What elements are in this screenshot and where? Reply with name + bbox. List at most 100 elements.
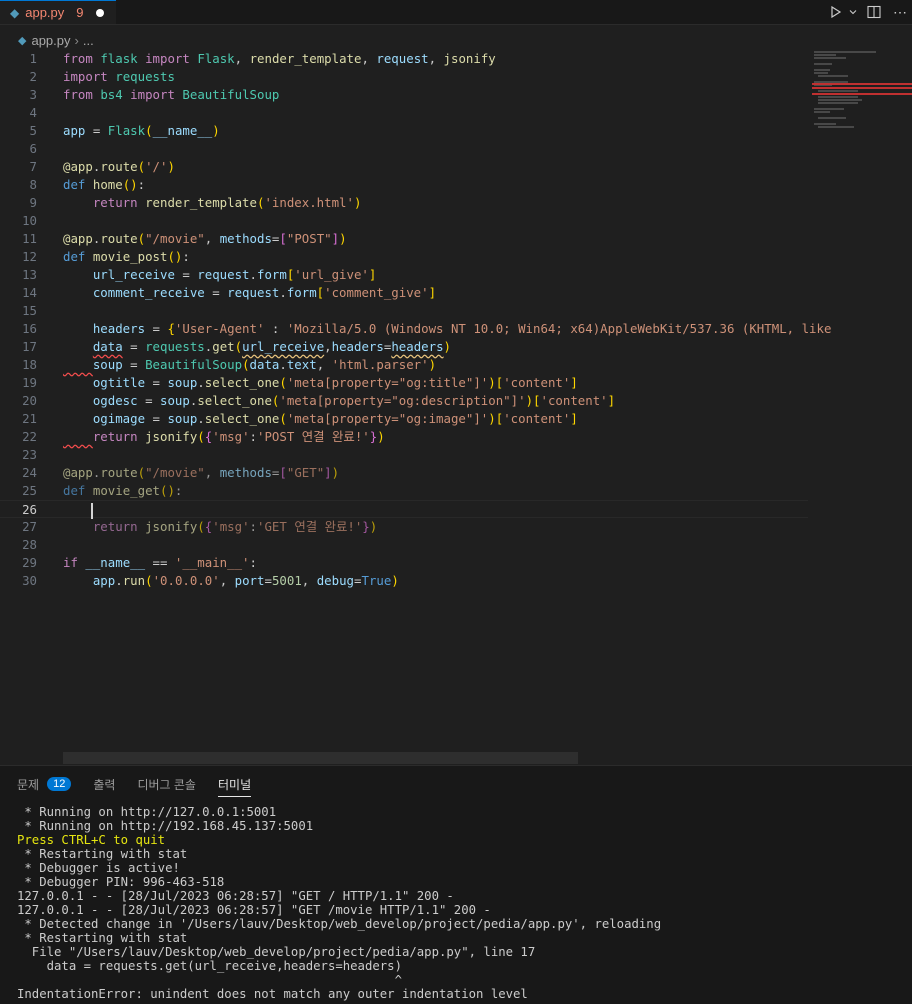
code-line[interactable]: 14 comment_receive = request.form['comme… <box>0 284 808 302</box>
line-number: 19 <box>22 375 37 390</box>
code-line[interactable]: 20 ogdesc = soup.select_one('meta[proper… <box>0 392 808 410</box>
terminal-line: * Debugger is active! <box>17 861 180 875</box>
line-number: 14 <box>22 285 37 300</box>
tab-filename: app.py <box>25 5 65 20</box>
chevron-down-icon[interactable] <box>846 8 860 16</box>
line-number: 6 <box>29 141 37 156</box>
terminal-line: 127.0.0.1 - - [28/Jul/2023 06:28:57] "GE… <box>17 889 454 903</box>
code-line[interactable]: 19 ogtitle = soup.select_one('meta[prope… <box>0 374 808 392</box>
code-line[interactable]: 1 from flask import Flask, render_templat… <box>0 50 808 68</box>
line-number: 4 <box>29 105 37 120</box>
line-number: 25 <box>22 483 37 498</box>
horizontal-scrollbar[interactable] <box>63 752 578 764</box>
terminal-line: * Restarting with stat <box>17 931 188 945</box>
line-number: 21 <box>22 411 37 426</box>
code-line-current[interactable]: 26 <box>0 500 808 519</box>
line-number: 26 <box>22 502 37 517</box>
terminal-line: * Running on http://192.168.45.137:5001 <box>17 819 314 833</box>
terminal-line: * Debugger PIN: 996-463-518 <box>17 875 225 889</box>
code-line[interactable]: 8 def home(): <box>0 176 808 194</box>
split-editor-icon[interactable] <box>860 5 888 19</box>
terminal-line: File "/Users/lauv/Desktop/web_develop/pr… <box>17 945 536 959</box>
line-number: 9 <box>29 195 37 210</box>
code-line[interactable]: 5 app = Flask(__name__) <box>0 122 808 140</box>
terminal-line: IndentationError: unindent does not matc… <box>17 987 528 1001</box>
more-actions-icon[interactable]: ⋯ <box>888 4 912 21</box>
tab-problems-label: 문제 <box>17 777 40 792</box>
code-line[interactable]: 6 <box>0 140 808 158</box>
line-number: 20 <box>22 393 37 408</box>
code-line[interactable]: 17 data = requests.get(url_receive,heade… <box>0 338 808 356</box>
code-line[interactable]: 28 <box>0 536 808 554</box>
line-number: 28 <box>22 537 37 552</box>
line-number: 3 <box>29 87 37 102</box>
breadcrumb: ◆ app.py › ... <box>0 30 94 50</box>
code-line[interactable]: 4 <box>0 104 808 122</box>
panel-tabs: 문제 12 출력 디버그 콘솔 터미널 <box>0 766 273 802</box>
line-number: 29 <box>22 555 37 570</box>
terminal-line: data = requests.get(url_receive,headers=… <box>17 959 402 973</box>
line-number: 11 <box>22 231 37 246</box>
line-number: 24 <box>22 465 37 480</box>
code-line[interactable]: 15 <box>0 302 808 320</box>
code-line[interactable]: 27 return jsonify({'msg':'GET 연결 완료!'}) <box>0 518 808 536</box>
code-line[interactable]: 16 headers = {'User-Agent' : 'Mozilla/5.… <box>0 320 831 338</box>
line-number: 17 <box>22 339 37 354</box>
code-line[interactable]: 23 <box>0 446 808 464</box>
code-line[interactable]: 22 return jsonify({'msg':'POST 연결 완료!'}) <box>0 428 808 446</box>
code-editor[interactable]: 1 from flask import Flask, render_templat… <box>0 50 831 750</box>
terminal-output[interactable]: * Running on http://127.0.0.1:5001 * Run… <box>17 805 661 1001</box>
tab-problems[interactable]: 문제 12 <box>17 766 72 802</box>
code-line[interactable]: 21 ogimage = soup.select_one('meta[prope… <box>0 410 808 428</box>
line-number: 27 <box>22 519 37 534</box>
code-line[interactable]: 29 if __name__ == '__main__': <box>0 554 808 572</box>
python-file-icon: ◆ <box>10 5 20 20</box>
line-number: 7 <box>29 159 37 174</box>
tab-error-count: 9 <box>76 5 84 20</box>
terminal-line: ^ <box>17 973 402 987</box>
terminal-line: Press CTRL+C to quit <box>17 833 166 847</box>
line-number: 30 <box>22 573 37 588</box>
python-file-icon: ◆ <box>18 34 27 47</box>
line-number: 18 <box>22 357 37 372</box>
line-number: 12 <box>22 249 37 264</box>
tab-terminal[interactable]: 터미널 <box>217 766 252 802</box>
line-number: 15 <box>22 303 37 318</box>
line-number: 8 <box>29 177 37 192</box>
breadcrumb-file[interactable]: app.py <box>31 33 70 48</box>
text-cursor <box>91 502 93 519</box>
terminal-line: * Running on http://127.0.0.1:5001 <box>17 805 277 819</box>
code-line[interactable]: 13 url_receive = request.form['url_give'… <box>0 266 808 284</box>
bottom-panel: 문제 12 출력 디버그 콘솔 터미널 * Running on http://… <box>0 765 912 1004</box>
code-line[interactable]: 3 from bs4 import BeautifulSoup <box>0 86 808 104</box>
line-number: 10 <box>22 213 37 228</box>
line-number: 16 <box>22 321 37 336</box>
line-number: 13 <box>22 267 37 282</box>
code-line[interactable]: 9 return render_template('index.html') <box>0 194 808 212</box>
tab-output[interactable]: 출력 <box>93 766 115 802</box>
code-line[interactable]: 24 @app.route("/movie", methods=["GET"]) <box>0 464 808 482</box>
code-line[interactable]: 25 def movie_get(): <box>0 482 808 500</box>
code-line[interactable]: 2 import requests <box>0 68 808 86</box>
terminal-line: 127.0.0.1 - - [28/Jul/2023 06:28:57] "GE… <box>17 903 491 917</box>
tab-output-label: 출력 <box>93 777 116 792</box>
chevron-right-icon: › <box>74 32 79 48</box>
tab-terminal-label: 터미널 <box>217 777 252 792</box>
editor-actions: ⋯ <box>826 0 912 24</box>
tab-app-py[interactable]: ◆ app.py 9 <box>0 0 116 24</box>
code-line[interactable]: 12 def movie_post(): <box>0 248 808 266</box>
run-icon[interactable] <box>826 6 846 18</box>
code-line[interactable]: 30 app.run('0.0.0.0', port=5001, debug=T… <box>0 572 808 590</box>
line-number: 22 <box>22 429 37 444</box>
code-line[interactable]: 10 <box>0 212 808 230</box>
code-line[interactable]: 7 @app.route('/') <box>0 158 808 176</box>
breadcrumb-rest[interactable]: ... <box>83 33 94 48</box>
editor-tab-bar: ◆ app.py 9 ⋯ <box>0 0 912 25</box>
code-line[interactable]: 11 @app.route("/movie", methods=["POST"]) <box>0 230 808 248</box>
code-line[interactable]: 18 soup = BeautifulSoup(data.text, 'html… <box>0 356 808 374</box>
problems-count-badge: 12 <box>47 777 72 791</box>
line-number: 5 <box>29 123 37 138</box>
minimap[interactable] <box>812 50 912 130</box>
unsaved-dot-icon[interactable] <box>95 8 104 17</box>
tab-debug-console[interactable]: 디버그 콘솔 <box>137 766 196 802</box>
